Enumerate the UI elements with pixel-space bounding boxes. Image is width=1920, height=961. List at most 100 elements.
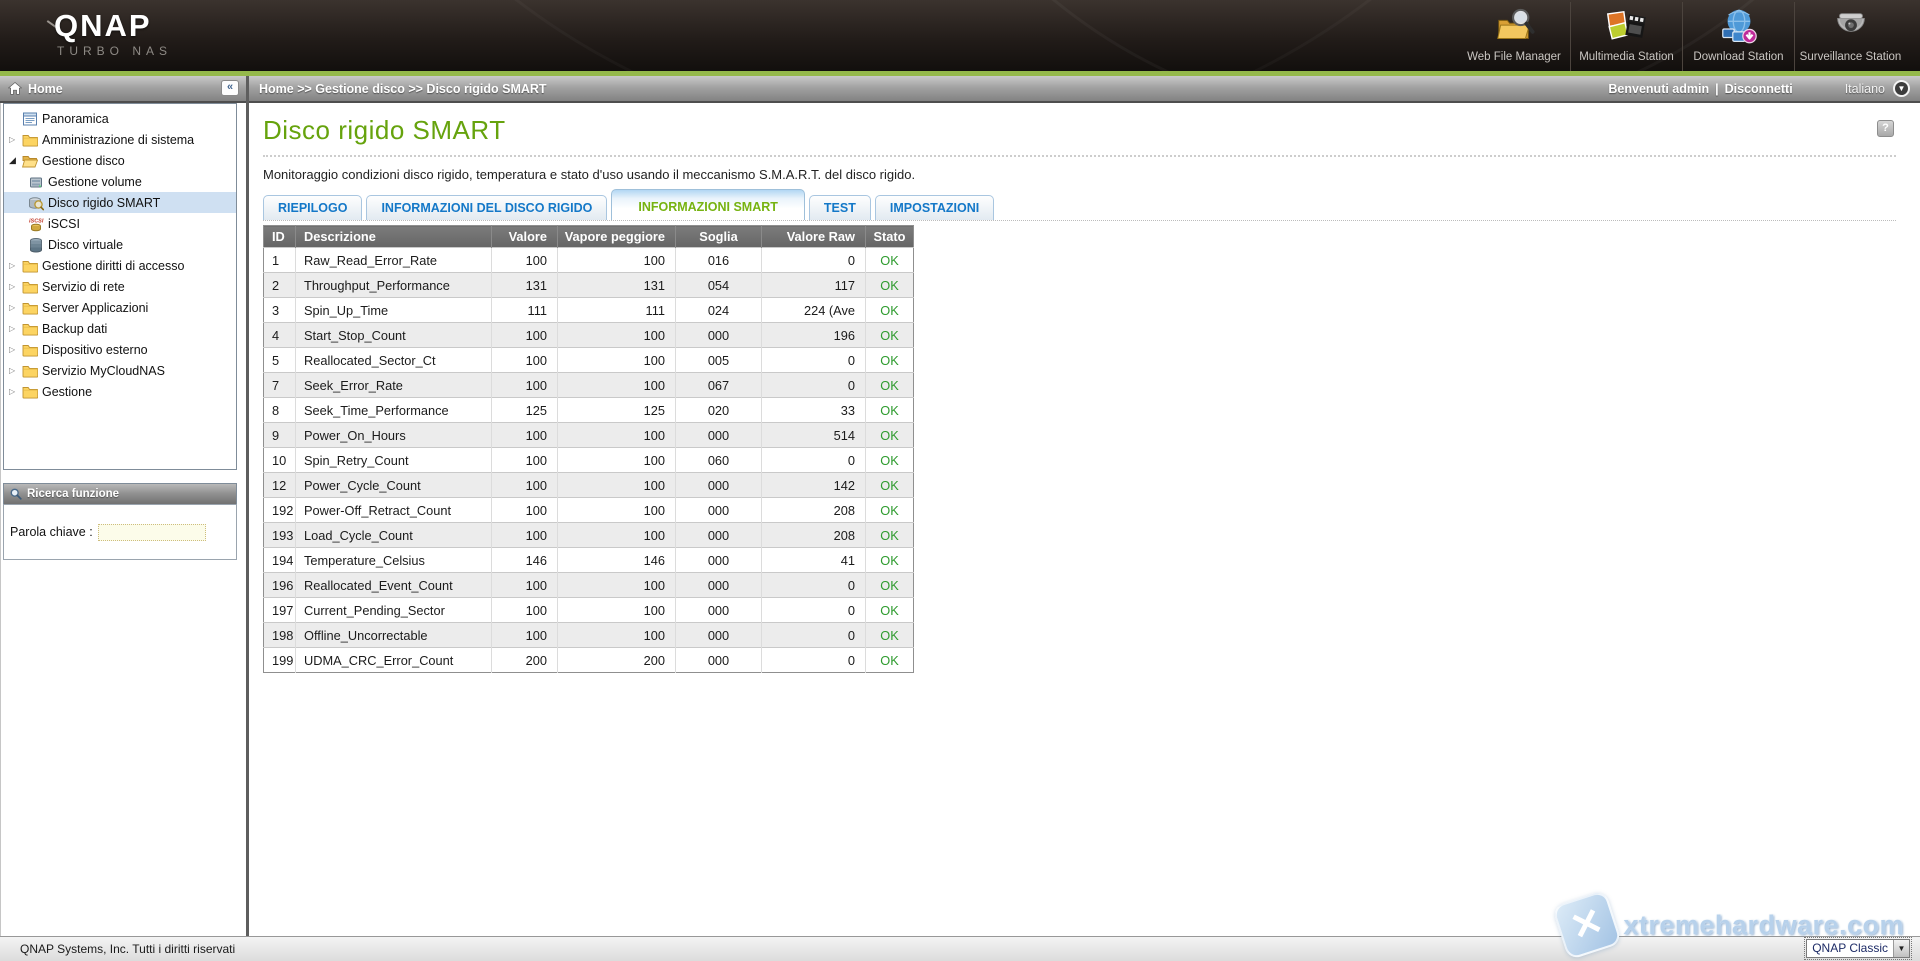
cell-valore: 125 [492, 398, 558, 423]
expand-icon[interactable]: ▷ [9, 135, 22, 144]
sidebar-collapse-button[interactable]: « [221, 80, 239, 96]
cell-soglia: 000 [676, 548, 762, 573]
cell-valore-raw: 0 [762, 573, 866, 598]
cell-vapore-peggiore: 100 [558, 598, 676, 623]
cell-id: 198 [264, 623, 296, 648]
sidebar-item-dispositivo-esterno[interactable]: ▷Dispositivo esterno [4, 339, 236, 360]
expand-icon[interactable]: ▷ [9, 387, 22, 396]
sidebar-item-disco-rigido-smart[interactable]: Disco rigido SMART [4, 192, 236, 213]
table-header-row: IDDescrizioneValoreVapore peggioreSoglia… [264, 226, 914, 248]
cell-id: 196 [264, 573, 296, 598]
sidebar-item-iscsi[interactable]: iSCSIiSCSI [4, 213, 236, 234]
function-search-title: Ricerca funzione [27, 488, 119, 500]
cell-soglia: 054 [676, 273, 762, 298]
sidebar-title-bar: Home « [0, 76, 246, 103]
cell-stato: OK [866, 598, 914, 623]
cell-descrizione: Spin_Up_Time [296, 298, 492, 323]
theme-selected-value: QNAP Classic [1807, 940, 1893, 957]
copyright-text: QNAP Systems, Inc. Tutti i diritti riser… [20, 942, 235, 956]
sidebar-item-gestione-volume[interactable]: Gestione volume [4, 171, 236, 192]
cell-descrizione: Raw_Read_Error_Rate [296, 248, 492, 273]
web-file-manager-icon [1458, 6, 1570, 50]
cell-valore-raw: 0 [762, 248, 866, 273]
tab-informazioni-smart[interactable]: INFORMAZIONI SMART [611, 189, 805, 220]
tab-informazioni-del-disco-rigido[interactable]: INFORMAZIONI DEL DISCO RIGIDO [366, 195, 607, 220]
sidebar: Panoramica▷Amministrazione di sistema◢Ge… [0, 103, 246, 936]
sidebar-item-server-applicazioni[interactable]: ▷Server Applicazioni [4, 297, 236, 318]
function-search-panel: Parola chiave : [3, 504, 237, 560]
folder-icon [22, 321, 42, 337]
station-surveillance-station[interactable]: Surveillance Station [1794, 2, 1906, 71]
cell-soglia: 000 [676, 423, 762, 448]
station-multimedia-station[interactable]: Multimedia Station [1570, 2, 1682, 71]
cell-valore-raw: 514 [762, 423, 866, 448]
sidebar-item-backup-dati[interactable]: ▷Backup dati [4, 318, 236, 339]
cell-id: 10 [264, 448, 296, 473]
breadcrumb: Home >> Gestione disco >> Disco rigido S… [259, 82, 547, 96]
tab-bar: RIEPILOGOINFORMAZIONI DEL DISCO RIGIDOIN… [263, 189, 1920, 220]
download-station-icon [1683, 6, 1794, 50]
station-download-station[interactable]: Download Station [1682, 2, 1794, 71]
expand-icon[interactable]: ▷ [9, 366, 22, 375]
tab-test[interactable]: TEST [809, 195, 871, 220]
cell-valore: 100 [492, 498, 558, 523]
sidebar-item-panoramica[interactable]: Panoramica [4, 108, 236, 129]
sidebar-item-gestione-disco[interactable]: ◢Gestione disco [4, 150, 236, 171]
cell-valore: 200 [492, 648, 558, 673]
cell-soglia: 005 [676, 348, 762, 373]
cell-stato: OK [866, 348, 914, 373]
sidebar-item-servizio-mycloudnas[interactable]: ▷Servizio MyCloudNAS [4, 360, 236, 381]
station-label: Download Station [1683, 51, 1794, 63]
column-header-valore-raw: Valore Raw [762, 226, 866, 248]
expand-icon[interactable]: ▷ [9, 282, 22, 291]
sidebar-item-servizio-di-rete[interactable]: ▷Servizio di rete [4, 276, 236, 297]
cell-vapore-peggiore: 100 [558, 423, 676, 448]
sidebar-item-gestione[interactable]: ▷Gestione [4, 381, 236, 402]
tab-riepilogo[interactable]: RIEPILOGO [263, 195, 362, 220]
expand-icon[interactable]: ▷ [9, 261, 22, 270]
expand-icon[interactable]: ▷ [9, 303, 22, 312]
cell-vapore-peggiore: 100 [558, 473, 676, 498]
table-row: 7Seek_Error_Rate1001000670OK [264, 373, 914, 398]
folder-icon [22, 363, 42, 379]
smart-icon [28, 195, 48, 211]
main-content: ? Disco rigido SMART Monitoraggio condiz… [249, 103, 1920, 936]
logout-link[interactable]: Disconnetti [1725, 82, 1793, 96]
theme-selector[interactable]: QNAP Classic ▼ [1806, 939, 1910, 958]
cell-valore: 100 [492, 623, 558, 648]
cell-id: 197 [264, 598, 296, 623]
welcome-text: Benvenuti admin [1608, 82, 1709, 96]
language-dropdown-button[interactable]: ▼ [1893, 80, 1910, 97]
table-row: 2Throughput_Performance131131054117OK [264, 273, 914, 298]
cell-stato: OK [866, 548, 914, 573]
folder-icon [22, 279, 42, 295]
cell-vapore-peggiore: 100 [558, 248, 676, 273]
sidebar-item-amministrazione-di-sistema[interactable]: ▷Amministrazione di sistema [4, 129, 236, 150]
cell-soglia: 000 [676, 648, 762, 673]
cell-stato: OK [866, 373, 914, 398]
cell-stato: OK [866, 398, 914, 423]
cell-id: 193 [264, 523, 296, 548]
sidebar-item-gestione-diritti-di-accesso[interactable]: ▷ Gestione diritti di accesso [4, 255, 236, 276]
cell-id: 7 [264, 373, 296, 398]
folder-icon [22, 132, 42, 148]
collapse-icon[interactable]: ◢ [9, 155, 22, 166]
expand-icon[interactable]: ▷ [9, 345, 22, 354]
keyword-input[interactable] [98, 524, 206, 541]
cell-stato: OK [866, 298, 914, 323]
sidebar-item-disco-virtuale[interactable]: Disco virtuale [4, 234, 236, 255]
cell-valore-raw: 0 [762, 448, 866, 473]
station-web-file-manager[interactable]: Web File Manager [1458, 2, 1570, 71]
cell-vapore-peggiore: 125 [558, 398, 676, 423]
tab-impostazioni[interactable]: IMPOSTAZIONI [875, 195, 994, 220]
expand-icon[interactable]: ▷ [9, 324, 22, 333]
page-description: Monitoraggio condizioni disco rigido, te… [263, 167, 1920, 182]
cell-stato: OK [866, 573, 914, 598]
page-title: Disco rigido SMART [263, 115, 1920, 146]
cell-vapore-peggiore: 100 [558, 523, 676, 548]
sidebar-item-label: Gestione diritti di accesso [42, 259, 184, 273]
cell-id: 3 [264, 298, 296, 323]
sidebar-title: Home [28, 82, 63, 96]
help-button[interactable]: ? [1877, 120, 1894, 137]
cell-id: 2 [264, 273, 296, 298]
